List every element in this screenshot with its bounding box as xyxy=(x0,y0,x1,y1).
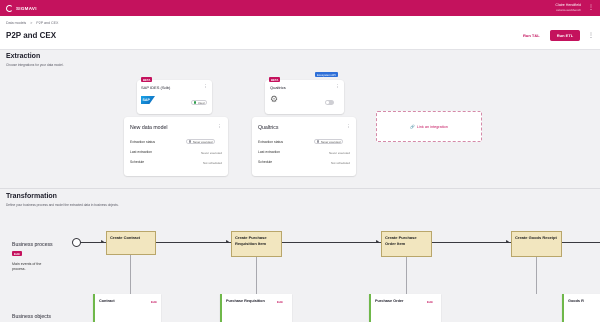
business-object-edit-button[interactable]: Edit xyxy=(277,300,283,304)
data-model-title: Qualtrics xyxy=(258,125,279,131)
data-model-menu-icon[interactable]: ⋮ xyxy=(346,124,351,130)
extraction-title: Extraction xyxy=(6,53,41,60)
transformation-subtitle: Define your business process and model t… xyxy=(6,203,119,207)
row-label: Schedule xyxy=(130,160,145,164)
data-model-title: New data model xyxy=(130,125,168,131)
process-event-create-purchase-requisition-item[interactable]: Create Purchase Requisition Item xyxy=(231,231,282,257)
arrow-right-icon: ▸ xyxy=(101,239,105,245)
integration-name: Qualtrics xyxy=(270,85,286,90)
ecosystem-badge: Ecosystem API xyxy=(315,72,338,77)
status-dot-icon xyxy=(194,101,197,104)
business-process-description: Main events of the process. xyxy=(12,262,42,271)
status-dot-icon xyxy=(317,140,320,143)
process-event-create-purchase-order-item[interactable]: Create Purchase Order Item xyxy=(381,231,432,257)
breadcrumb-separator: > xyxy=(30,21,33,25)
beta-badge: BETA xyxy=(269,77,281,82)
section-divider xyxy=(0,188,600,189)
row-value: Never executed xyxy=(200,150,222,155)
row-label: Extraction status xyxy=(258,140,284,144)
process-event-create-goods-receipt[interactable]: Create Goods Receipt xyxy=(511,231,562,257)
business-object-card[interactable]: Purchase Order Edit xyxy=(369,294,441,322)
user-menu[interactable]: Claire Hendfield celonis-workbench xyxy=(555,3,581,13)
transformation-title: Transformation xyxy=(6,193,57,200)
business-object-card[interactable]: Goods R xyxy=(562,294,600,322)
business-object-name: Purchase Order xyxy=(375,299,404,303)
status-label: Never executed xyxy=(192,139,213,144)
row-label: Last extraction xyxy=(258,150,281,154)
top-bar: SIGMAVI Claire Hendfield celonis-workben… xyxy=(0,0,600,16)
extraction-status-badge: Never executed xyxy=(314,139,344,144)
gear-icon: ⚙ xyxy=(270,94,279,104)
arrow-right-icon: ▸ xyxy=(376,239,380,245)
page-header: Data models > P2P and CEX P2P and CEX xyxy=(0,16,600,50)
row-value: Not scheduled xyxy=(202,160,222,165)
breadcrumb: Data models > P2P and CEX xyxy=(6,21,61,25)
app-menu-icon[interactable]: ⋮ xyxy=(588,5,594,11)
link-integration-label: Link an integration xyxy=(416,124,448,129)
status-label: Used xyxy=(197,100,205,105)
brand-logo-icon xyxy=(6,4,13,12)
business-object-card[interactable]: Contract Edit xyxy=(93,294,161,322)
process-start-node xyxy=(72,238,81,247)
breadcrumb-data-models[interactable]: Data models xyxy=(6,21,26,25)
extraction-subtitle: Choose integrations for your data model. xyxy=(6,63,64,67)
row-label: Last extraction xyxy=(130,150,153,154)
arrow-right-icon: ▸ xyxy=(506,239,510,245)
run-etl-button[interactable]: Run ETL xyxy=(550,30,580,41)
status-badge: Used xyxy=(191,100,208,105)
integration-menu-icon[interactable]: ⋮ xyxy=(203,84,208,90)
process-event-create-contract[interactable]: Create Contract xyxy=(106,231,156,255)
connector-line xyxy=(406,257,407,294)
status-label: Never executed xyxy=(320,139,341,144)
business-object-name: Contract xyxy=(99,299,115,303)
status-dot-icon xyxy=(189,140,192,143)
integration-menu-icon[interactable]: ⋮ xyxy=(335,84,340,90)
integration-toggle[interactable] xyxy=(325,100,334,105)
beta-badge: BETA xyxy=(141,77,153,82)
brand-logo[interactable]: SIGMAVI xyxy=(6,4,37,12)
business-object-name: Purchase Requisition xyxy=(226,299,265,303)
business-object-edit-button[interactable]: Edit xyxy=(151,300,157,304)
extraction-status-badge: Never executed xyxy=(186,139,216,144)
run-test-button[interactable]: Run T&L xyxy=(523,33,540,38)
row-label: Schedule xyxy=(258,160,273,164)
business-process-edit-button[interactable]: Edit xyxy=(12,251,22,256)
data-model-menu-icon[interactable]: ⋮ xyxy=(217,124,222,130)
connector-line xyxy=(130,255,131,294)
business-process-label: Business process xyxy=(12,242,53,248)
row-value: Not scheduled xyxy=(330,160,350,165)
integration-name: SAP IDES (Sdb) xyxy=(141,85,171,90)
business-objects-label: Business objects xyxy=(12,314,51,320)
user-org: celonis-workbench xyxy=(556,8,581,12)
business-object-card[interactable]: Purchase Requisition Edit xyxy=(220,294,292,322)
row-value: Never executed xyxy=(328,150,350,155)
business-object-edit-button[interactable]: Edit xyxy=(427,300,433,304)
business-object-name: Goods R xyxy=(568,299,584,303)
row-label: Extraction status xyxy=(130,140,156,144)
arrow-right-icon: ▸ xyxy=(226,239,230,245)
more-options-icon[interactable]: ⋮ xyxy=(588,32,594,39)
link-integration-button[interactable]: 🔗 Link an integration xyxy=(376,111,482,142)
link-icon: 🔗 xyxy=(410,125,415,129)
page-title: P2P and CEX xyxy=(6,31,57,40)
connector-line xyxy=(536,257,537,294)
brand-name: SIGMAVI xyxy=(16,5,37,11)
breadcrumb-current: P2P and CEX xyxy=(36,21,59,25)
connector-line xyxy=(256,257,257,294)
